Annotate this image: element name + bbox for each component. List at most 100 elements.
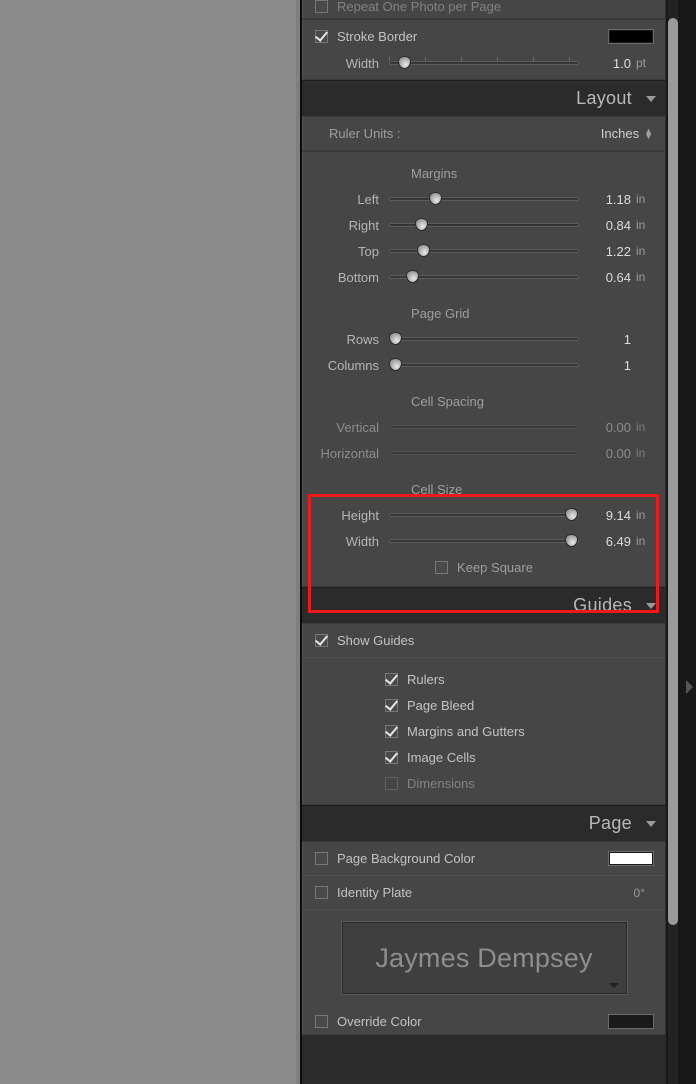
- stroke-width-slider-thumb[interactable]: [398, 56, 412, 69]
- page-grid-group-title-row: Page Grid: [303, 300, 665, 326]
- chevron-down-icon[interactable]: [646, 820, 656, 827]
- dimensions-checkbox: [385, 776, 398, 790]
- stroke-width-unit: pt: [636, 56, 647, 70]
- cell-size-width-slider[interactable]: [389, 534, 579, 548]
- ruler-units-row[interactable]: Ruler Units : Inches ▲ ▼: [303, 117, 665, 150]
- panel-collapse-arrow-icon[interactable]: [686, 680, 693, 694]
- override-color-row[interactable]: Override Color: [303, 1008, 665, 1034]
- margin-top-row[interactable]: Top 1.22 in: [303, 238, 665, 264]
- image-cells-checkbox[interactable]: [385, 750, 398, 764]
- guides-item-dimensions: Dimensions: [303, 770, 665, 796]
- margin-top-slider[interactable]: [389, 244, 579, 258]
- page-grid-columns-value[interactable]: 1: [579, 358, 631, 373]
- stroke-width-row[interactable]: Width 1.0 pt: [303, 53, 665, 79]
- margin-right-row[interactable]: Right 0.84 in: [303, 212, 665, 238]
- page-section-header[interactable]: Page: [302, 805, 666, 841]
- panel-scrollbar-thumb[interactable]: [668, 18, 678, 925]
- cell-spacing-horizontal-value: 0.00: [605, 445, 631, 461]
- guides-body-block: Show Guides Rulers Page Bleed Margins an…: [302, 623, 666, 805]
- identity-plate-row[interactable]: Identity Plate 0°: [303, 876, 665, 909]
- canvas-backdrop: [0, 0, 300, 1084]
- margin-left-value[interactable]: 1.18: [579, 192, 631, 207]
- margins-and-gutters-checkbox[interactable]: [385, 724, 398, 738]
- keep-square-row[interactable]: Keep Square: [303, 554, 665, 580]
- page-bleed-checkbox[interactable]: [385, 698, 398, 712]
- page-section-title: Page: [588, 813, 632, 833]
- cell-spacing-vertical-slider: [389, 420, 579, 434]
- guides-item-image-cells[interactable]: Image Cells: [303, 744, 665, 770]
- override-color-swatch[interactable]: [608, 1013, 654, 1029]
- margin-top-value[interactable]: 1.22: [579, 244, 631, 259]
- layout-section-header[interactable]: Layout: [302, 80, 666, 116]
- cell-size-width-value[interactable]: 6.49: [579, 534, 631, 549]
- cell-spacing-vertical-value: 0.00: [605, 419, 631, 435]
- page-background-color-checkbox[interactable]: [315, 852, 328, 865]
- cell-spacing-horizontal-row: Horizontal 0.00 in: [303, 440, 665, 466]
- chevron-down-icon[interactable]: [646, 602, 656, 609]
- margin-right-value[interactable]: 0.84: [579, 218, 631, 233]
- identity-plate-dropdown-triangle-icon[interactable]: [608, 983, 619, 988]
- guides-item-rulers[interactable]: Rulers: [303, 666, 665, 692]
- stroke-width-value[interactable]: 1.0: [579, 56, 631, 71]
- stepper-arrows-icon[interactable]: ▲ ▼: [639, 126, 653, 140]
- cell-size-height-slider[interactable]: [389, 508, 579, 522]
- margin-bottom-row[interactable]: Bottom 0.64 in: [303, 264, 665, 290]
- page-grid-columns-row[interactable]: Columns 1: [303, 352, 665, 378]
- repeat-one-photo-checkbox[interactable]: [315, 0, 328, 13]
- margin-bottom-slider[interactable]: [389, 270, 579, 284]
- identity-plate-angle[interactable]: 0°: [634, 886, 653, 900]
- guides-item-margins-and-gutters[interactable]: Margins and Gutters: [303, 718, 665, 744]
- margin-left-slider[interactable]: [389, 192, 579, 206]
- show-guides-row[interactable]: Show Guides: [303, 624, 665, 657]
- stroke-border-row[interactable]: Stroke Border: [303, 20, 665, 53]
- keep-square-checkbox[interactable]: [435, 560, 449, 574]
- layout-body-block: Margins Left 1.18 in Right 0.84 in Top 1…: [302, 151, 666, 587]
- page-grid-columns-label: Columns: [327, 357, 379, 373]
- rulers-checkbox[interactable]: [385, 672, 398, 686]
- margin-right-label: Right: [348, 217, 379, 233]
- page-grid-rows: Rows 1 Columns 1: [303, 326, 665, 378]
- dimensions-label: Dimensions: [407, 775, 475, 791]
- identity-plate-checkbox[interactable]: [315, 886, 328, 899]
- cell-size-width-label: Width: [345, 533, 379, 549]
- stroke-border-checkbox[interactable]: [315, 30, 328, 43]
- guides-section-header[interactable]: Guides: [302, 587, 666, 623]
- page-grid-rows-slider[interactable]: [388, 332, 579, 346]
- margins-group-title-row: Margins: [303, 160, 665, 186]
- margin-top-label: Top: [358, 243, 379, 259]
- layout-section-title: Layout: [576, 88, 632, 108]
- show-guides-checkbox[interactable]: [315, 634, 328, 647]
- cell-size-width-row[interactable]: Width 6.49 in: [303, 528, 665, 554]
- repeat-one-photo-label: Repeat One Photo per Page: [337, 0, 502, 14]
- margin-right-slider[interactable]: [389, 218, 579, 232]
- margin-left-unit: in: [636, 192, 646, 206]
- margin-right-unit: in: [636, 218, 646, 232]
- margins-group-title: Margins: [411, 165, 458, 181]
- stroke-width-slider[interactable]: [389, 56, 579, 70]
- image-cells-label: Image Cells: [407, 749, 476, 765]
- screenshot-root: Repeat One Photo per Page Stroke Border …: [0, 0, 696, 1084]
- page-grid-rows-value[interactable]: 1: [579, 332, 631, 347]
- ruler-units-block: Ruler Units : Inches ▲ ▼: [302, 116, 666, 151]
- page-grid-rows-row[interactable]: Rows 1: [303, 326, 665, 352]
- ruler-units-dropdown[interactable]: Inches ▲ ▼: [601, 126, 653, 141]
- margin-bottom-unit: in: [636, 270, 646, 284]
- guides-item-page-bleed[interactable]: Page Bleed: [303, 692, 665, 718]
- margin-bottom-value[interactable]: 0.64: [579, 270, 631, 285]
- margins-and-gutters-label: Margins and Gutters: [407, 723, 525, 739]
- page-background-color-swatch[interactable]: [608, 851, 654, 866]
- cell-size-height-row[interactable]: Height 9.14 in: [303, 502, 665, 528]
- page-grid-group-title: Page Grid: [411, 305, 470, 321]
- page-grid-columns-slider[interactable]: [388, 358, 579, 372]
- margin-left-row[interactable]: Left 1.18 in: [303, 186, 665, 212]
- cell-size-height-value[interactable]: 9.14: [579, 508, 631, 523]
- image-settings-block-top: Repeat One Photo per Page: [302, 0, 666, 19]
- page-background-color-row[interactable]: Page Background Color: [303, 842, 665, 875]
- override-color-checkbox[interactable]: [315, 1014, 328, 1028]
- cell-spacing-horizontal-label: Horizontal: [320, 445, 379, 461]
- stroke-border-color-swatch[interactable]: [608, 29, 654, 44]
- repeat-one-photo-row[interactable]: Repeat One Photo per Page: [303, 0, 665, 18]
- chevron-down-icon[interactable]: [646, 95, 656, 102]
- identity-plate-preview[interactable]: Jaymes Dempsey: [340, 921, 628, 995]
- margin-left-label: Left: [357, 191, 379, 207]
